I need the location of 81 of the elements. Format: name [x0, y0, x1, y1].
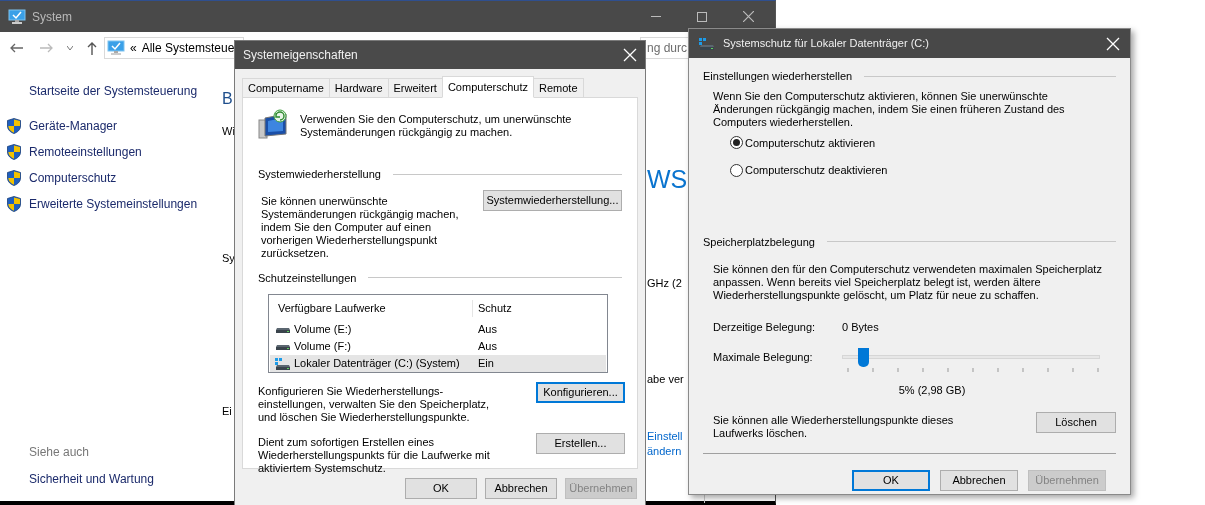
dialog-button[interactable]: Systemwiederherstellung... [482, 189, 622, 211]
shield-icon [7, 144, 21, 160]
computer-restore-icon [258, 108, 290, 142]
system-drive-icon [275, 357, 291, 370]
breadcrumb[interactable]: Alle Systemsteue [141, 39, 235, 57]
table-cell-text: Volume (F:) [294, 339, 351, 355]
slider-track[interactable] [842, 347, 1100, 367]
column-header[interactable]: Verfügbare Laufwerke [270, 300, 473, 317]
address-bar[interactable]: « Alle Systemsteue [104, 37, 244, 59]
section-heading: B [222, 89, 233, 109]
link[interactable]: ändern [647, 443, 682, 460]
radio-option[interactable]: Computerschutz deaktivieren [730, 162, 1116, 179]
sidebar-link[interactable]: Startseite der Systemsteuerung [29, 82, 198, 100]
field-label: Derzeitige Belegung: [713, 320, 817, 335]
dialog-button[interactable]: Konfigurieren... [536, 382, 625, 403]
section-label: Siehe auch [29, 444, 91, 461]
sidebar-link[interactable]: Sicherheit und Wartung [29, 470, 154, 488]
logo-text: WS [647, 167, 688, 192]
group-heading: Speicherplatzbelegung [703, 234, 815, 250]
dialog-button[interactable]: OK [852, 470, 930, 491]
dialog-title: Systemeigenschaften [243, 47, 358, 64]
table-cell-text: Lokaler Datenträger (C:) (System) [294, 356, 460, 372]
description-text: Sie können den für den Computerschutz verwendeten maximalen Speicherplatz anpassen. Wenn bereits viel Speicherplatz belegt ist, werden ältere Wiederherstellungspunkte gelöscht, um Platz für neue zu schaffen. [713, 263, 1103, 302]
shield-icon [7, 118, 21, 134]
info-text: GHz (2 [647, 276, 682, 291]
description-text: Konfigurieren Sie Wiederherstellungs-einstellungen, verwalten Sie den Speicherplatz, und löschen Sie Wiederherstellungspunkte. [258, 385, 491, 424]
drive-row[interactable]: Lokaler Datenträger (C:) (System) Ein [270, 355, 606, 372]
description-text: Wenn Sie den Computerschutz aktivieren, können Sie unerwünschte Änderungen rückgängig machen, indem Sie einen früheren Zustand des Computers wiederherstellen. [713, 89, 1066, 129]
close-icon[interactable] [743, 11, 754, 22]
field-value: 0 Bytes [842, 320, 879, 335]
table-cell-text: Aus [477, 339, 497, 355]
drive-row[interactable]: Volume (E:) Aus [270, 321, 606, 338]
radio-button[interactable] [730, 136, 743, 150]
table-cell-text: Aus [477, 322, 497, 338]
group-heading: Systemwiederherstellung [258, 167, 381, 182]
breadcrumb-overflow[interactable]: « [130, 39, 137, 57]
monitor-icon [8, 8, 26, 25]
dialog-button[interactable]: Erstellen... [536, 433, 625, 454]
info-text: abe ver [647, 372, 684, 387]
tab[interactable]: Computerschutz [441, 76, 534, 98]
slider-thumb[interactable] [857, 347, 869, 367]
monitor-icon [107, 40, 125, 56]
sidebar-link[interactable]: Geräte-Manager [29, 117, 118, 135]
dialog-button[interactable]: Abbrechen [940, 470, 1018, 491]
slider-value: 5% (2,98 GB) [898, 382, 966, 398]
sidebar-link[interactable]: Computerschutz [29, 169, 117, 187]
intro-text: Verwenden Sie den Computerschutz, um unerwünschte Systemänderungen rückgängig zu machen. [300, 112, 573, 139]
maximize-icon[interactable] [697, 11, 707, 22]
system-drive-icon [699, 37, 715, 50]
field-label: Maximale Belegung: [713, 349, 814, 365]
radio-option[interactable]: Computerschutz aktivieren [730, 134, 1116, 151]
group-heading: Einstellungen wiederherstellen [703, 69, 853, 84]
tab[interactable]: Computername [242, 78, 330, 98]
shield-icon [7, 170, 21, 186]
sidebar-link[interactable]: Erweiterte Systemeinstellungen [29, 195, 198, 213]
dialog-button[interactable]: OK [405, 478, 477, 499]
info-text: Ei [222, 404, 232, 419]
dialog-button[interactable]: Abbrechen [485, 478, 557, 499]
link[interactable]: Einstell [647, 428, 683, 445]
column-header[interactable]: Schutz [473, 300, 512, 317]
tab[interactable]: Remote [533, 78, 584, 98]
info-text: Wi [222, 124, 235, 139]
dialog-button[interactable]: Löschen [1036, 412, 1116, 433]
table-cell-text: Ein [477, 356, 494, 372]
description-text: Dient zum sofortigen Erstellen eines Wiederherstellungspunkts für die Laufwerke mit aktiviertem Systemschutz. [258, 436, 491, 475]
group-heading: Schutzeinstellungen [258, 270, 357, 286]
description-text: Sie können unerwünschte Systemänderungen rückgängig machen, indem Sie den Computer auf einen vorherigen Wiederherstellungspunkt zurücksetzen. [261, 194, 460, 260]
shield-icon [7, 196, 21, 212]
drive-icon [275, 326, 291, 333]
window-title: System [32, 8, 72, 26]
table-cell-text: Volume (E:) [294, 322, 352, 338]
dialog-title: Systemschutz für Lokaler Datenträger (C:) [723, 36, 930, 52]
back-arrow-icon[interactable] [10, 43, 23, 53]
drive-icon [275, 343, 291, 350]
up-arrow-icon[interactable] [87, 41, 97, 55]
sidebar-link[interactable]: Remoteeinstellungen [29, 143, 142, 161]
dropdown-caret-icon[interactable] [67, 46, 73, 50]
drive-row[interactable]: Volume (F:) Aus [270, 338, 606, 355]
description-text: Sie können alle Wiederherstellungspunkte dieses Laufwerks löschen. [713, 414, 955, 440]
info-text: Sy [222, 251, 235, 266]
radio-button[interactable] [730, 163, 743, 177]
